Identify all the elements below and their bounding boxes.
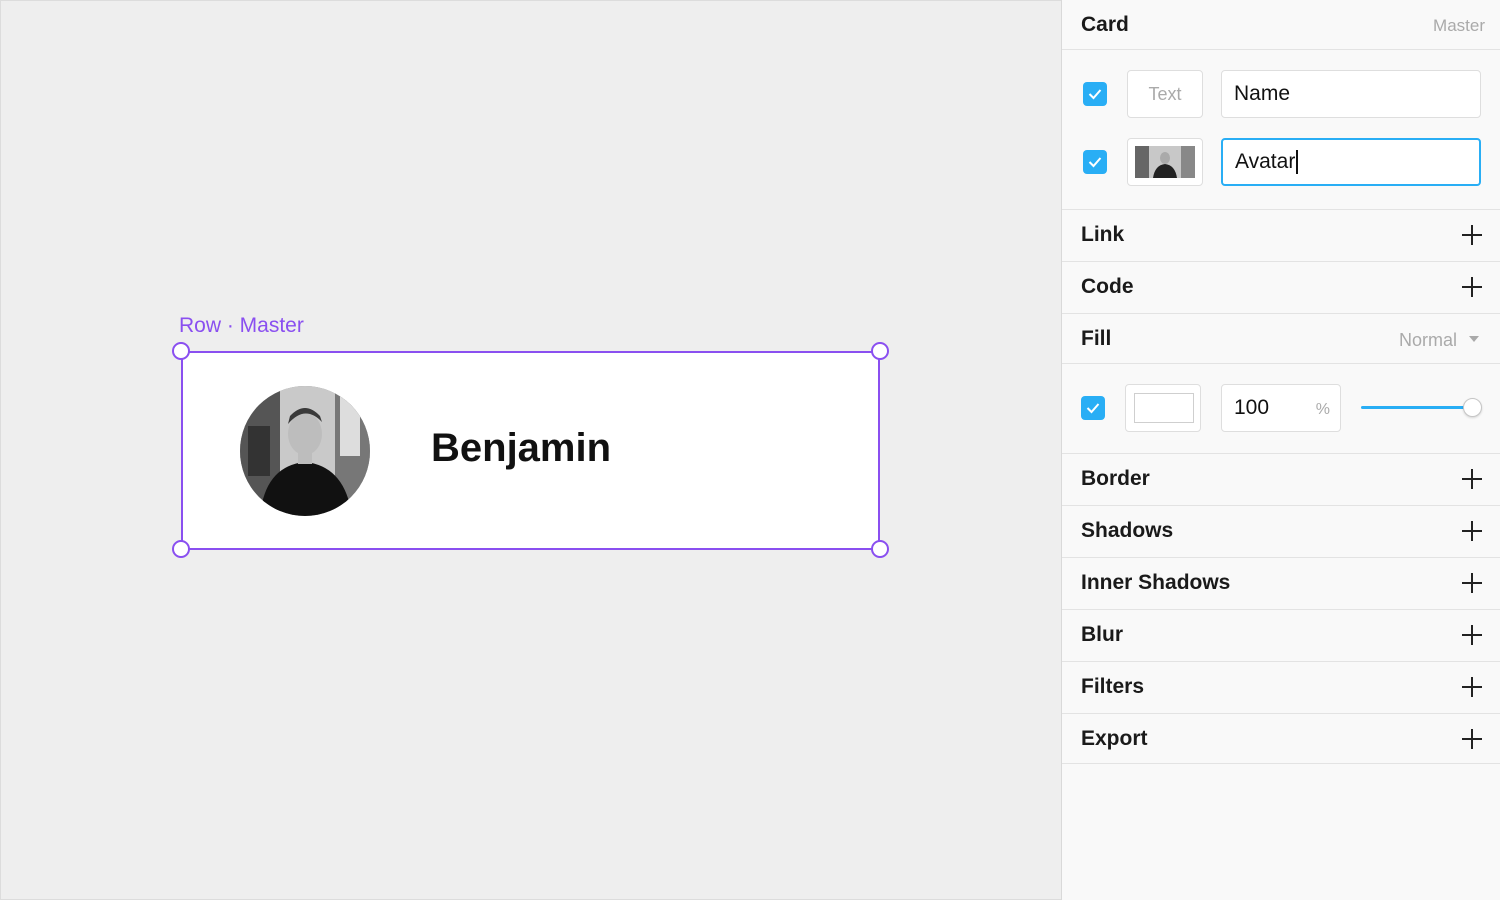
- overrides-section: Text Name Avatar: [1062, 50, 1500, 210]
- avatar-photo: [240, 386, 370, 516]
- section-inner-shadows: Inner Shadows: [1062, 558, 1500, 610]
- checkmark-icon: [1086, 403, 1100, 414]
- opacity-slider-track[interactable]: [1361, 406, 1471, 409]
- add-export-plus-icon[interactable]: [1462, 729, 1482, 749]
- card-name-text[interactable]: Benjamin: [431, 426, 611, 471]
- section-fill: Fill Normal: [1062, 314, 1500, 364]
- section-link: Link: [1062, 210, 1500, 262]
- resize-handle-top-right[interactable]: [871, 342, 889, 360]
- section-fill-title: Fill: [1081, 327, 1112, 350]
- override-avatar-input[interactable]: Avatar: [1221, 138, 1481, 186]
- checkmark-icon: [1088, 89, 1102, 100]
- fill-color-swatch: [1134, 393, 1194, 423]
- section-border: Border: [1062, 454, 1500, 506]
- add-code-plus-icon[interactable]: [1462, 277, 1482, 297]
- fill-controls: 100 %: [1062, 364, 1500, 454]
- section-inner-shadows-title: Inner Shadows: [1081, 571, 1231, 594]
- avatar-image[interactable]: [240, 386, 370, 516]
- text-cursor: [1296, 150, 1299, 174]
- section-blur: Blur: [1062, 610, 1500, 662]
- image-thumbnail-icon: [1135, 146, 1195, 178]
- override-avatar-checkbox[interactable]: [1083, 150, 1107, 174]
- override-type-label: Text: [1148, 83, 1182, 104]
- design-canvas[interactable]: Row · Master Benjamin: [0, 0, 1061, 900]
- add-blur-plus-icon[interactable]: [1462, 625, 1482, 645]
- master-badge: Master: [1433, 16, 1485, 35]
- fill-color-well[interactable]: [1125, 384, 1201, 432]
- add-link-plus-icon[interactable]: [1462, 225, 1482, 245]
- fill-opacity-value: 100: [1234, 396, 1270, 419]
- inspector-panel: Card Master Text Name Avatar Link Code F…: [1061, 0, 1500, 900]
- override-name-checkbox[interactable]: [1083, 82, 1107, 106]
- section-filters: Filters: [1062, 662, 1500, 714]
- add-shadow-plus-icon[interactable]: [1462, 521, 1482, 541]
- section-filters-title: Filters: [1081, 675, 1145, 698]
- section-shadows-title: Shadows: [1081, 519, 1174, 542]
- checkmark-icon: [1088, 157, 1102, 168]
- resize-handle-top-left[interactable]: [172, 342, 190, 360]
- section-export-title: Export: [1081, 727, 1148, 750]
- section-code-title: Code: [1081, 275, 1134, 298]
- override-name-value: Name: [1234, 82, 1291, 105]
- section-code: Code: [1062, 262, 1500, 314]
- chevron-down-icon[interactable]: [1469, 336, 1479, 342]
- override-image-thumbnail[interactable]: [1127, 138, 1203, 186]
- override-avatar-value: Avatar: [1235, 150, 1296, 173]
- fill-enabled-checkbox[interactable]: [1081, 396, 1105, 420]
- section-blur-title: Blur: [1081, 623, 1123, 646]
- selection-label: Row · Master: [179, 314, 304, 337]
- section-export: Export: [1062, 714, 1500, 764]
- override-name-input[interactable]: Name: [1221, 70, 1481, 118]
- add-filter-plus-icon[interactable]: [1462, 677, 1482, 697]
- fill-opacity-unit: %: [1315, 401, 1330, 418]
- resize-handle-bottom-left[interactable]: [172, 540, 190, 558]
- section-link-title: Link: [1081, 223, 1125, 246]
- fill-opacity-input[interactable]: 100 %: [1221, 384, 1341, 432]
- add-border-plus-icon[interactable]: [1462, 469, 1482, 489]
- opacity-slider-thumb[interactable]: [1463, 398, 1482, 417]
- blend-mode-select[interactable]: Normal: [1399, 330, 1457, 351]
- section-shadows: Shadows: [1062, 506, 1500, 558]
- section-border-title: Border: [1081, 467, 1150, 490]
- resize-handle-bottom-right[interactable]: [871, 540, 889, 558]
- panel-title: Card: [1081, 13, 1129, 36]
- panel-header: Card Master: [1062, 0, 1500, 50]
- override-type-text: Text: [1127, 70, 1203, 118]
- add-inner-shadow-plus-icon[interactable]: [1462, 573, 1482, 593]
